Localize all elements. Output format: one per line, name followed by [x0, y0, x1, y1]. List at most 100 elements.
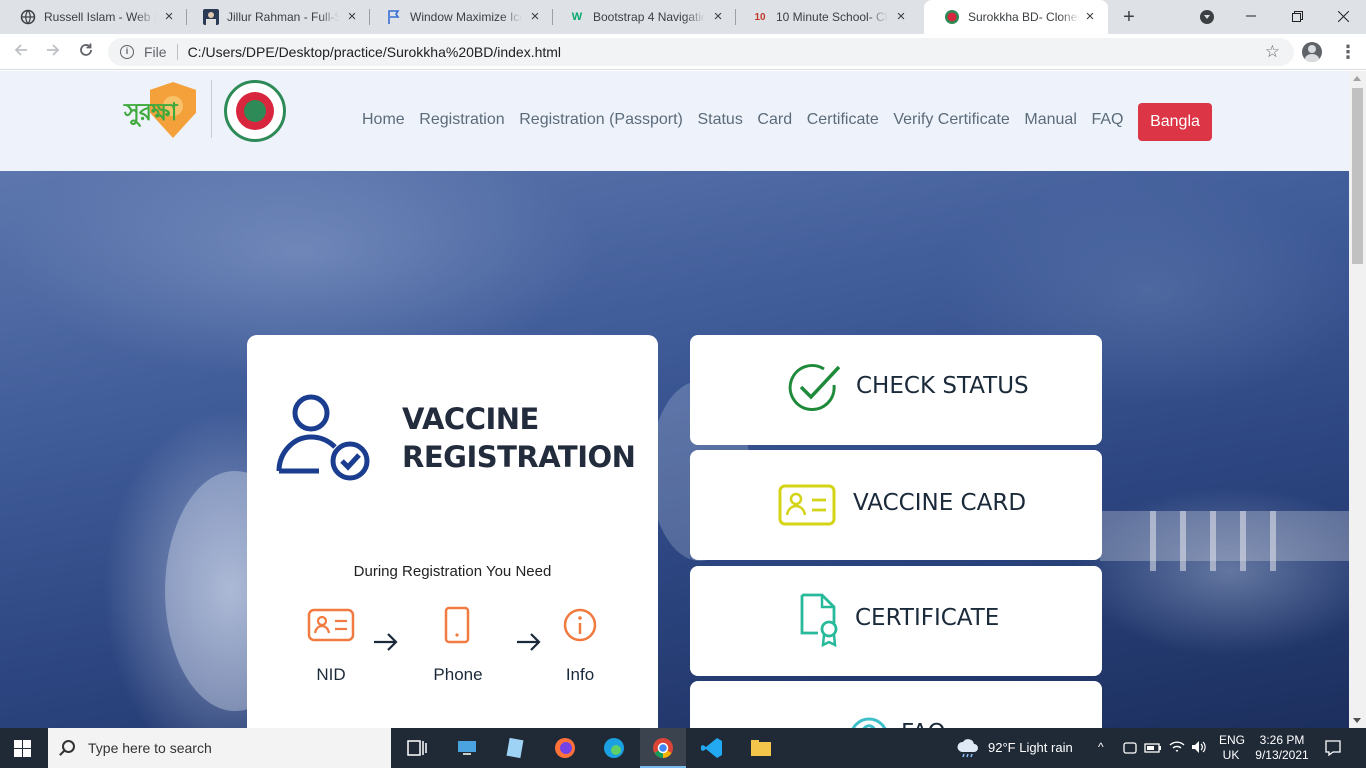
restore-button[interactable] — [1274, 0, 1320, 32]
browser-tab-strip: Russell Islam - Web De × Jillur Rahman -… — [0, 0, 1366, 34]
keyboard-layout: UK — [1222, 748, 1240, 762]
minimize-button[interactable] — [1228, 0, 1274, 32]
close-tab-icon[interactable]: × — [527, 9, 543, 25]
windows-taskbar: Type here to search 92°F Light rain ^ EN… — [0, 728, 1366, 768]
tab-title: Jillur Rahman - Full-Sta — [227, 10, 339, 24]
notepad-icon[interactable] — [503, 736, 527, 760]
cloud-rain-icon — [957, 739, 978, 758]
url-scheme-label: File — [144, 44, 167, 60]
profile-avatar-icon[interactable] — [1302, 42, 1322, 62]
close-window-button[interactable] — [1320, 0, 1366, 32]
browser-tab[interactable]: Window Maximize Icon × — [366, 0, 553, 34]
scroll-down-icon[interactable] — [1353, 718, 1361, 723]
forward-button[interactable] — [41, 40, 65, 64]
nav-home[interactable]: Home — [362, 111, 405, 129]
close-tab-icon[interactable]: × — [893, 9, 909, 25]
vaccine-background-image — [165, 381, 1349, 711]
battery-icon[interactable] — [1144, 740, 1162, 756]
show-hidden-icons-icon[interactable]: ^ — [1098, 740, 1104, 754]
notifications-icon[interactable] — [1324, 739, 1342, 757]
input-language-indicator[interactable]: ENG UK — [1219, 733, 1245, 763]
browser-menu-icon[interactable]: ⋮ — [1336, 40, 1360, 64]
browser-tab[interactable]: W Bootstrap 4 Navigation × — [549, 0, 736, 34]
nav-card[interactable]: Card — [757, 111, 792, 129]
surokkha-logo[interactable]: সুরক্ষা — [124, 94, 177, 134]
edge-icon[interactable] — [602, 736, 626, 760]
logo-divider — [211, 80, 212, 138]
nav-status[interactable]: Status — [697, 111, 742, 129]
clock-date: 9/13/2021 — [1255, 748, 1309, 762]
reload-button[interactable] — [74, 40, 98, 64]
browser-tab[interactable]: Jillur Rahman - Full-Sta × — [183, 0, 370, 34]
chrome-taskbar-item[interactable] — [640, 728, 686, 768]
address-bar[interactable]: i File C:/Users/DPE/Desktop/practice/Sur… — [108, 38, 1294, 66]
faq-card[interactable]: FAQ — [690, 681, 1102, 728]
back-button[interactable] — [9, 40, 33, 64]
close-tab-icon[interactable]: × — [1082, 9, 1098, 25]
clock[interactable]: 3:26 PM 9/13/2021 — [1254, 733, 1310, 763]
certificate-card[interactable]: CERTIFICATE — [690, 566, 1102, 676]
tab-search-icon[interactable] — [1200, 10, 1214, 24]
id-card-icon — [778, 484, 836, 526]
firefox-icon[interactable] — [553, 736, 577, 760]
windows-start-icon[interactable] — [14, 740, 31, 757]
url-text[interactable]: C:/Users/DPE/Desktop/practice/Surokkha%2… — [188, 44, 561, 60]
flag-icon — [386, 9, 402, 25]
question-circle-icon — [851, 717, 887, 728]
nid-card-icon — [307, 608, 355, 642]
browser-tab-active[interactable]: Surokkha BD- Cloned × — [924, 0, 1108, 34]
nav-certificate[interactable]: Certificate — [807, 111, 879, 129]
nav-manual[interactable]: Manual — [1024, 111, 1076, 129]
close-tab-icon[interactable]: × — [344, 9, 360, 25]
registration-title: VACCINE REGISTRATION — [402, 400, 636, 476]
page-scrollbar[interactable] — [1349, 71, 1366, 728]
bangla-language-button[interactable]: Bangla — [1138, 103, 1212, 141]
taskbar-search-box[interactable]: Type here to search — [48, 728, 391, 768]
nav-registration[interactable]: Registration — [419, 111, 504, 129]
file-explorer-icon[interactable] — [749, 736, 773, 760]
site-header: সুরক্ষা Home Registration Registration (… — [0, 71, 1349, 171]
arrow-right-icon — [517, 633, 541, 651]
surokkha-icon — [944, 9, 960, 25]
close-tab-icon[interactable]: × — [161, 9, 177, 25]
volume-icon[interactable] — [1190, 739, 1208, 755]
registration-subtitle: During Registration You Need — [353, 563, 552, 580]
new-tab-button[interactable]: + — [1118, 7, 1140, 29]
wifi-icon[interactable] — [1168, 739, 1186, 755]
vaccine-card-card[interactable]: VACCINE CARD — [690, 450, 1102, 560]
site-info-icon[interactable]: i — [120, 45, 134, 59]
vaccine-card-label: VACCINE CARD — [853, 490, 1027, 516]
faq-label: FAQ — [901, 720, 946, 728]
chrome-icon — [653, 738, 673, 758]
certificate-label: CERTIFICATE — [855, 605, 1000, 631]
government-seal-icon — [224, 80, 286, 142]
w3schools-icon: W — [571, 11, 583, 23]
vscode-icon[interactable] — [700, 736, 724, 760]
bookmark-star-icon[interactable]: ☆ — [1265, 42, 1280, 62]
check-status-label: CHECK STATUS — [856, 373, 1029, 399]
nav-registration-passport[interactable]: Registration (Passport) — [519, 111, 683, 129]
search-icon — [62, 740, 75, 753]
close-tab-icon[interactable]: × — [710, 9, 726, 25]
check-status-card[interactable]: CHECK STATUS — [690, 335, 1102, 445]
browser-tab[interactable]: Russell Islam - Web De × — [0, 0, 187, 34]
check-circle-icon — [788, 364, 841, 411]
main-nav: Home Registration Registration (Passport… — [362, 111, 1138, 129]
page-viewport: সুরক্ষা Home Registration Registration (… — [0, 71, 1349, 728]
this-pc-icon[interactable] — [455, 736, 479, 760]
task-view-icon[interactable] — [405, 736, 429, 760]
meet-now-icon[interactable] — [1122, 740, 1138, 756]
registration-title-line1: VACCINE — [402, 402, 539, 436]
tab-title: Bootstrap 4 Navigation — [593, 10, 705, 24]
scrollbar-thumb[interactable] — [1352, 88, 1363, 264]
step-phone-label: Phone — [433, 665, 483, 684]
nav-verify-certificate[interactable]: Verify Certificate — [893, 111, 1009, 129]
scroll-up-icon[interactable] — [1353, 76, 1361, 81]
browser-tab[interactable]: 10 10 Minute School- Clo × — [732, 0, 919, 34]
tab-title: Window Maximize Icon — [410, 10, 522, 24]
ten-minute-school-icon: 10 — [754, 11, 766, 23]
weather-text[interactable]: 92°F Light rain — [988, 740, 1073, 755]
nav-faq[interactable]: FAQ — [1091, 111, 1123, 129]
vaccine-registration-card[interactable]: VACCINE REGISTRATION During Registration… — [247, 335, 658, 728]
tab-title: Surokkha BD- Cloned — [968, 10, 1080, 24]
